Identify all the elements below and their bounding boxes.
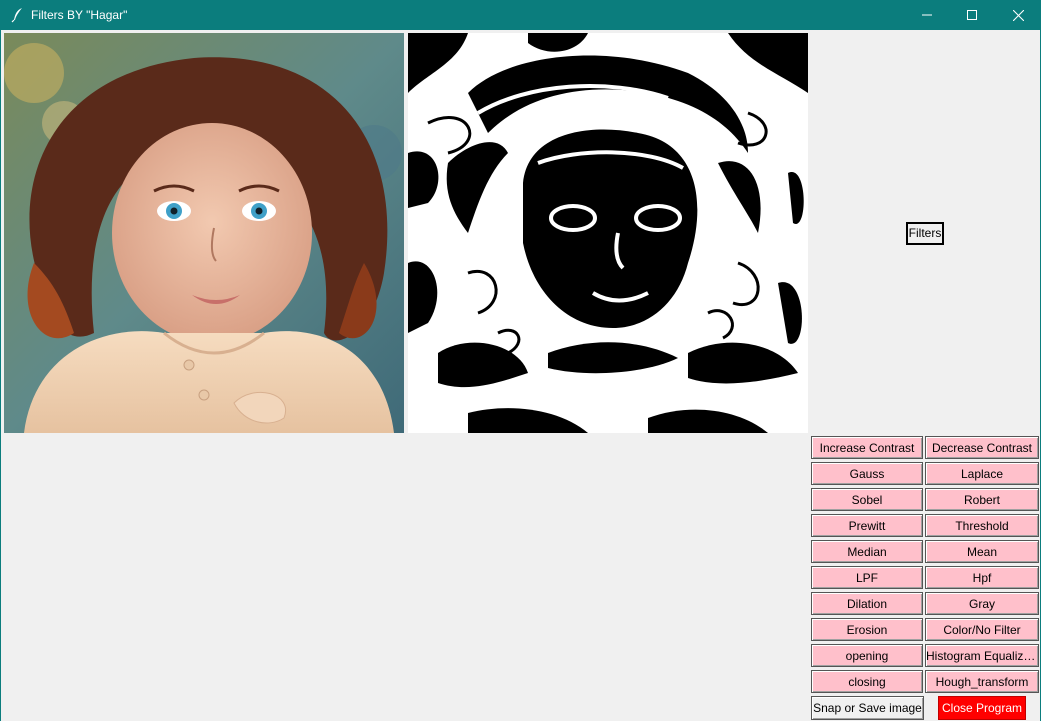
filter-button-histogram-equalization[interactable]: Histogram Equalization xyxy=(925,644,1039,667)
filter-button-color-no-filter[interactable]: Color/No Filter xyxy=(925,618,1039,641)
minimize-icon xyxy=(922,10,932,20)
title-bar: Filters BY "Hagar" xyxy=(0,0,1041,30)
close-program-button[interactable]: Close Program xyxy=(938,696,1026,720)
filter-button-prewitt[interactable]: Prewitt xyxy=(811,514,923,537)
filter-button-gauss[interactable]: Gauss xyxy=(811,462,923,485)
filtered-image xyxy=(408,33,808,433)
filter-button-decrease-contrast[interactable]: Decrease Contrast xyxy=(925,436,1039,459)
filter-button-erosion[interactable]: Erosion xyxy=(811,618,923,641)
filter-button-increase-contrast[interactable]: Increase Contrast xyxy=(811,436,923,459)
filters-label: Filters xyxy=(906,222,944,245)
close-icon xyxy=(1012,9,1024,21)
feather-icon xyxy=(10,7,26,23)
filter-button-opening[interactable]: opening xyxy=(811,644,923,667)
filter-button-sobel[interactable]: Sobel xyxy=(811,488,923,511)
snap-save-button[interactable]: Snap or Save image xyxy=(811,696,924,720)
window-title: Filters BY "Hagar" xyxy=(31,8,128,22)
filter-button-hough-transform[interactable]: Hough_transform xyxy=(925,670,1039,693)
close-button[interactable] xyxy=(995,0,1041,30)
filter-button-median[interactable]: Median xyxy=(811,540,923,563)
filter-button-lpf[interactable]: LPF xyxy=(811,566,923,589)
filter-button-mean[interactable]: Mean xyxy=(925,540,1039,563)
filter-button-dilation[interactable]: Dilation xyxy=(811,592,923,615)
filter-button-robert[interactable]: Robert xyxy=(925,488,1039,511)
filter-button-closing[interactable]: closing xyxy=(811,670,923,693)
filter-button-gray[interactable]: Gray xyxy=(925,592,1039,615)
maximize-button[interactable] xyxy=(949,0,995,30)
filter-button-threshold[interactable]: Threshold xyxy=(925,514,1039,537)
original-image xyxy=(4,33,404,433)
minimize-button[interactable] xyxy=(904,0,950,30)
maximize-icon xyxy=(967,10,977,20)
filter-button-laplace[interactable]: Laplace xyxy=(925,462,1039,485)
filter-button-hpf[interactable]: Hpf xyxy=(925,566,1039,589)
